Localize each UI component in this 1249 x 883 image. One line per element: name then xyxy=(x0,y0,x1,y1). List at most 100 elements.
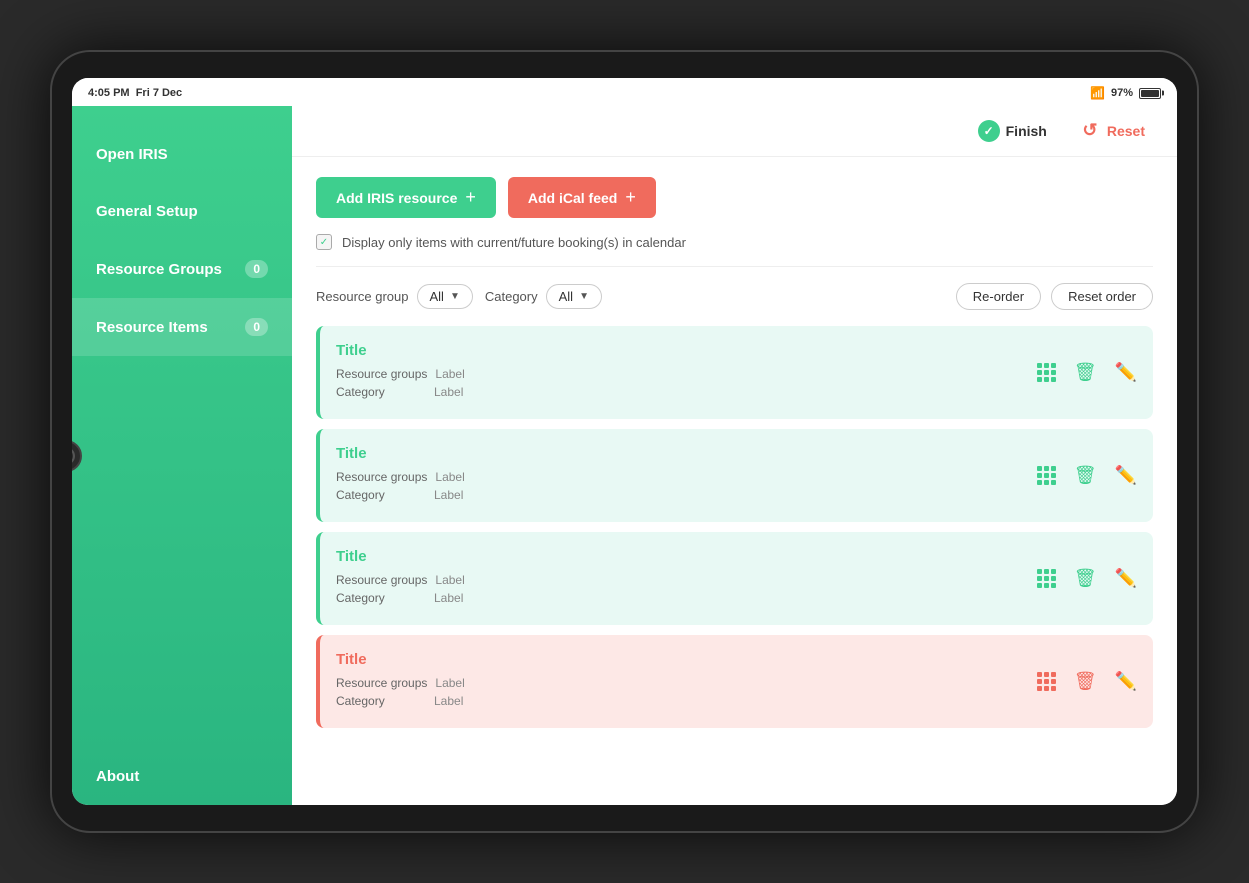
checkbox-label: Display only items with current/future b… xyxy=(342,235,686,250)
sidebar: Open IRIS General Setup Resource Groups … xyxy=(72,106,292,805)
meta-value: Label xyxy=(435,470,464,484)
sidebar-item-general-setup[interactable]: General Setup xyxy=(72,183,292,240)
checkbox-row[interactable]: ✓ Display only items with current/future… xyxy=(316,234,1153,267)
category-label: Category xyxy=(485,289,538,304)
sidebar-item-resource-items[interactable]: Resource Items 0 xyxy=(72,298,292,356)
main-content: Open IRIS General Setup Resource Groups … xyxy=(72,106,1177,805)
meta-value: Label xyxy=(434,591,463,605)
category-select[interactable]: All ▼ xyxy=(546,284,602,309)
content-area: Add IRIS resource + Add iCal feed + ✓ Di… xyxy=(292,157,1177,805)
category-value: All xyxy=(559,289,573,304)
status-time: 4:05 PM Fri 7 Dec xyxy=(88,87,182,99)
sidebar-item-label: Resource Groups xyxy=(96,261,222,278)
card-title: Title xyxy=(336,342,1037,359)
battery-percentage: 97% xyxy=(1111,87,1133,99)
edit-icon[interactable]: ✏️ xyxy=(1115,465,1137,486)
sidebar-item-open-iris[interactable]: Open IRIS xyxy=(72,126,292,183)
drag-handle-icon[interactable] xyxy=(1037,363,1056,382)
resource-group-label: Resource group xyxy=(316,289,409,304)
sidebar-nav: Open IRIS General Setup Resource Groups … xyxy=(72,106,292,748)
delete-icon[interactable]: 🗑 xyxy=(1074,568,1097,589)
plus-icon: + xyxy=(465,187,476,208)
reset-icon: ↺ xyxy=(1079,120,1101,142)
chevron-down-icon: ▼ xyxy=(450,291,460,302)
add-ical-label: Add iCal feed xyxy=(528,190,617,206)
home-button-inner xyxy=(72,447,75,465)
delete-icon[interactable]: 🗑 xyxy=(1074,465,1097,486)
meta-value: Label xyxy=(435,676,464,690)
tablet-screen: 4:05 PM Fri 7 Dec 📶 97% Open IRIS Ge xyxy=(72,78,1177,805)
meta-value: Label xyxy=(434,694,463,708)
resource-group-filter: Resource group All ▼ xyxy=(316,284,473,309)
category-filter: Category All ▼ xyxy=(485,284,602,309)
card-actions: 🗑 ✏️ xyxy=(1037,671,1137,692)
wifi-icon: 📶 xyxy=(1090,86,1105,100)
edit-icon[interactable]: ✏️ xyxy=(1115,362,1137,383)
meta-key: Category xyxy=(336,591,426,605)
resource-card: Title Resource groups Label Category Lab… xyxy=(316,532,1153,625)
add-iris-label: Add IRIS resource xyxy=(336,190,457,206)
card-actions: 🗑 ✏️ xyxy=(1037,465,1137,486)
card-meta-category: Category Label xyxy=(336,488,1037,502)
sidebar-badge: 0 xyxy=(245,318,268,336)
card-actions: 🗑 ✏️ xyxy=(1037,362,1137,383)
chevron-down-icon: ▼ xyxy=(579,291,589,302)
edit-icon[interactable]: ✏️ xyxy=(1115,568,1137,589)
status-right: 📶 97% xyxy=(1090,86,1161,100)
drag-handle-icon[interactable] xyxy=(1037,569,1056,588)
delete-icon[interactable]: 🗑 xyxy=(1074,671,1097,692)
right-panel: ✓ Finish ↺ Reset Add IRIS resource + xyxy=(292,106,1177,805)
finish-label: Finish xyxy=(1006,123,1047,139)
card-title: Title xyxy=(336,548,1037,565)
action-buttons: Add IRIS resource + Add iCal feed + xyxy=(316,177,1153,218)
resource-cards-list: Title Resource groups Label Category Lab… xyxy=(316,326,1153,728)
card-actions: 🗑 ✏️ xyxy=(1037,568,1137,589)
meta-key: Resource groups xyxy=(336,367,427,381)
card-title: Title xyxy=(336,445,1037,462)
card-content: Title Resource groups Label Category Lab… xyxy=(336,445,1037,506)
sidebar-item-label: General Setup xyxy=(96,203,198,220)
finish-button[interactable]: ✓ Finish xyxy=(970,116,1055,146)
card-content: Title Resource groups Label Category Lab… xyxy=(336,651,1037,712)
sidebar-item-about[interactable]: About xyxy=(72,748,292,805)
resource-group-select[interactable]: All ▼ xyxy=(417,284,473,309)
card-meta-category: Category Label xyxy=(336,694,1037,708)
sidebar-item-label: Resource Items xyxy=(96,319,208,336)
card-content: Title Resource groups Label Category Lab… xyxy=(336,342,1037,403)
reset-order-button[interactable]: Reset order xyxy=(1051,283,1153,310)
tablet-frame: 4:05 PM Fri 7 Dec 📶 97% Open IRIS Ge xyxy=(50,50,1199,833)
card-meta-category: Category Label xyxy=(336,385,1037,399)
resource-card: Title Resource groups Label Category Lab… xyxy=(316,429,1153,522)
meta-key: Resource groups xyxy=(336,470,427,484)
card-title: Title xyxy=(336,651,1037,668)
meta-value: Label xyxy=(434,488,463,502)
meta-key: Resource groups xyxy=(336,573,427,587)
drag-handle-icon[interactable] xyxy=(1037,466,1056,485)
resource-card: Title Resource groups Label Category Lab… xyxy=(316,635,1153,728)
card-meta-category: Category Label xyxy=(336,591,1037,605)
edit-icon[interactable]: ✏️ xyxy=(1115,671,1137,692)
delete-icon[interactable]: 🗑 xyxy=(1074,362,1097,383)
sidebar-badge: 0 xyxy=(245,260,268,278)
finish-icon: ✓ xyxy=(978,120,1000,142)
reorder-button[interactable]: Re-order xyxy=(956,283,1041,310)
status-bar: 4:05 PM Fri 7 Dec 📶 97% xyxy=(72,78,1177,106)
filter-actions: Re-order Reset order xyxy=(956,283,1153,310)
sidebar-bottom-label: About xyxy=(96,768,139,785)
add-iris-resource-button[interactable]: Add IRIS resource + xyxy=(316,177,496,218)
card-content: Title Resource groups Label Category Lab… xyxy=(336,548,1037,609)
drag-handle-icon[interactable] xyxy=(1037,672,1056,691)
checkbox[interactable]: ✓ xyxy=(316,234,332,250)
filter-row: Resource group All ▼ Category All ▼ xyxy=(316,283,1153,310)
meta-value: Label xyxy=(435,573,464,587)
meta-value: Label xyxy=(435,367,464,381)
meta-key: Category xyxy=(336,694,426,708)
add-ical-feed-button[interactable]: Add iCal feed + xyxy=(508,177,656,218)
reset-button[interactable]: ↺ Reset xyxy=(1071,116,1153,146)
sidebar-item-label: Open IRIS xyxy=(96,146,168,163)
meta-value: Label xyxy=(434,385,463,399)
sidebar-item-resource-groups[interactable]: Resource Groups 0 xyxy=(72,240,292,298)
header-actions: ✓ Finish ↺ Reset xyxy=(292,106,1177,157)
resource-card: Title Resource groups Label Category Lab… xyxy=(316,326,1153,419)
meta-key: Category xyxy=(336,385,426,399)
